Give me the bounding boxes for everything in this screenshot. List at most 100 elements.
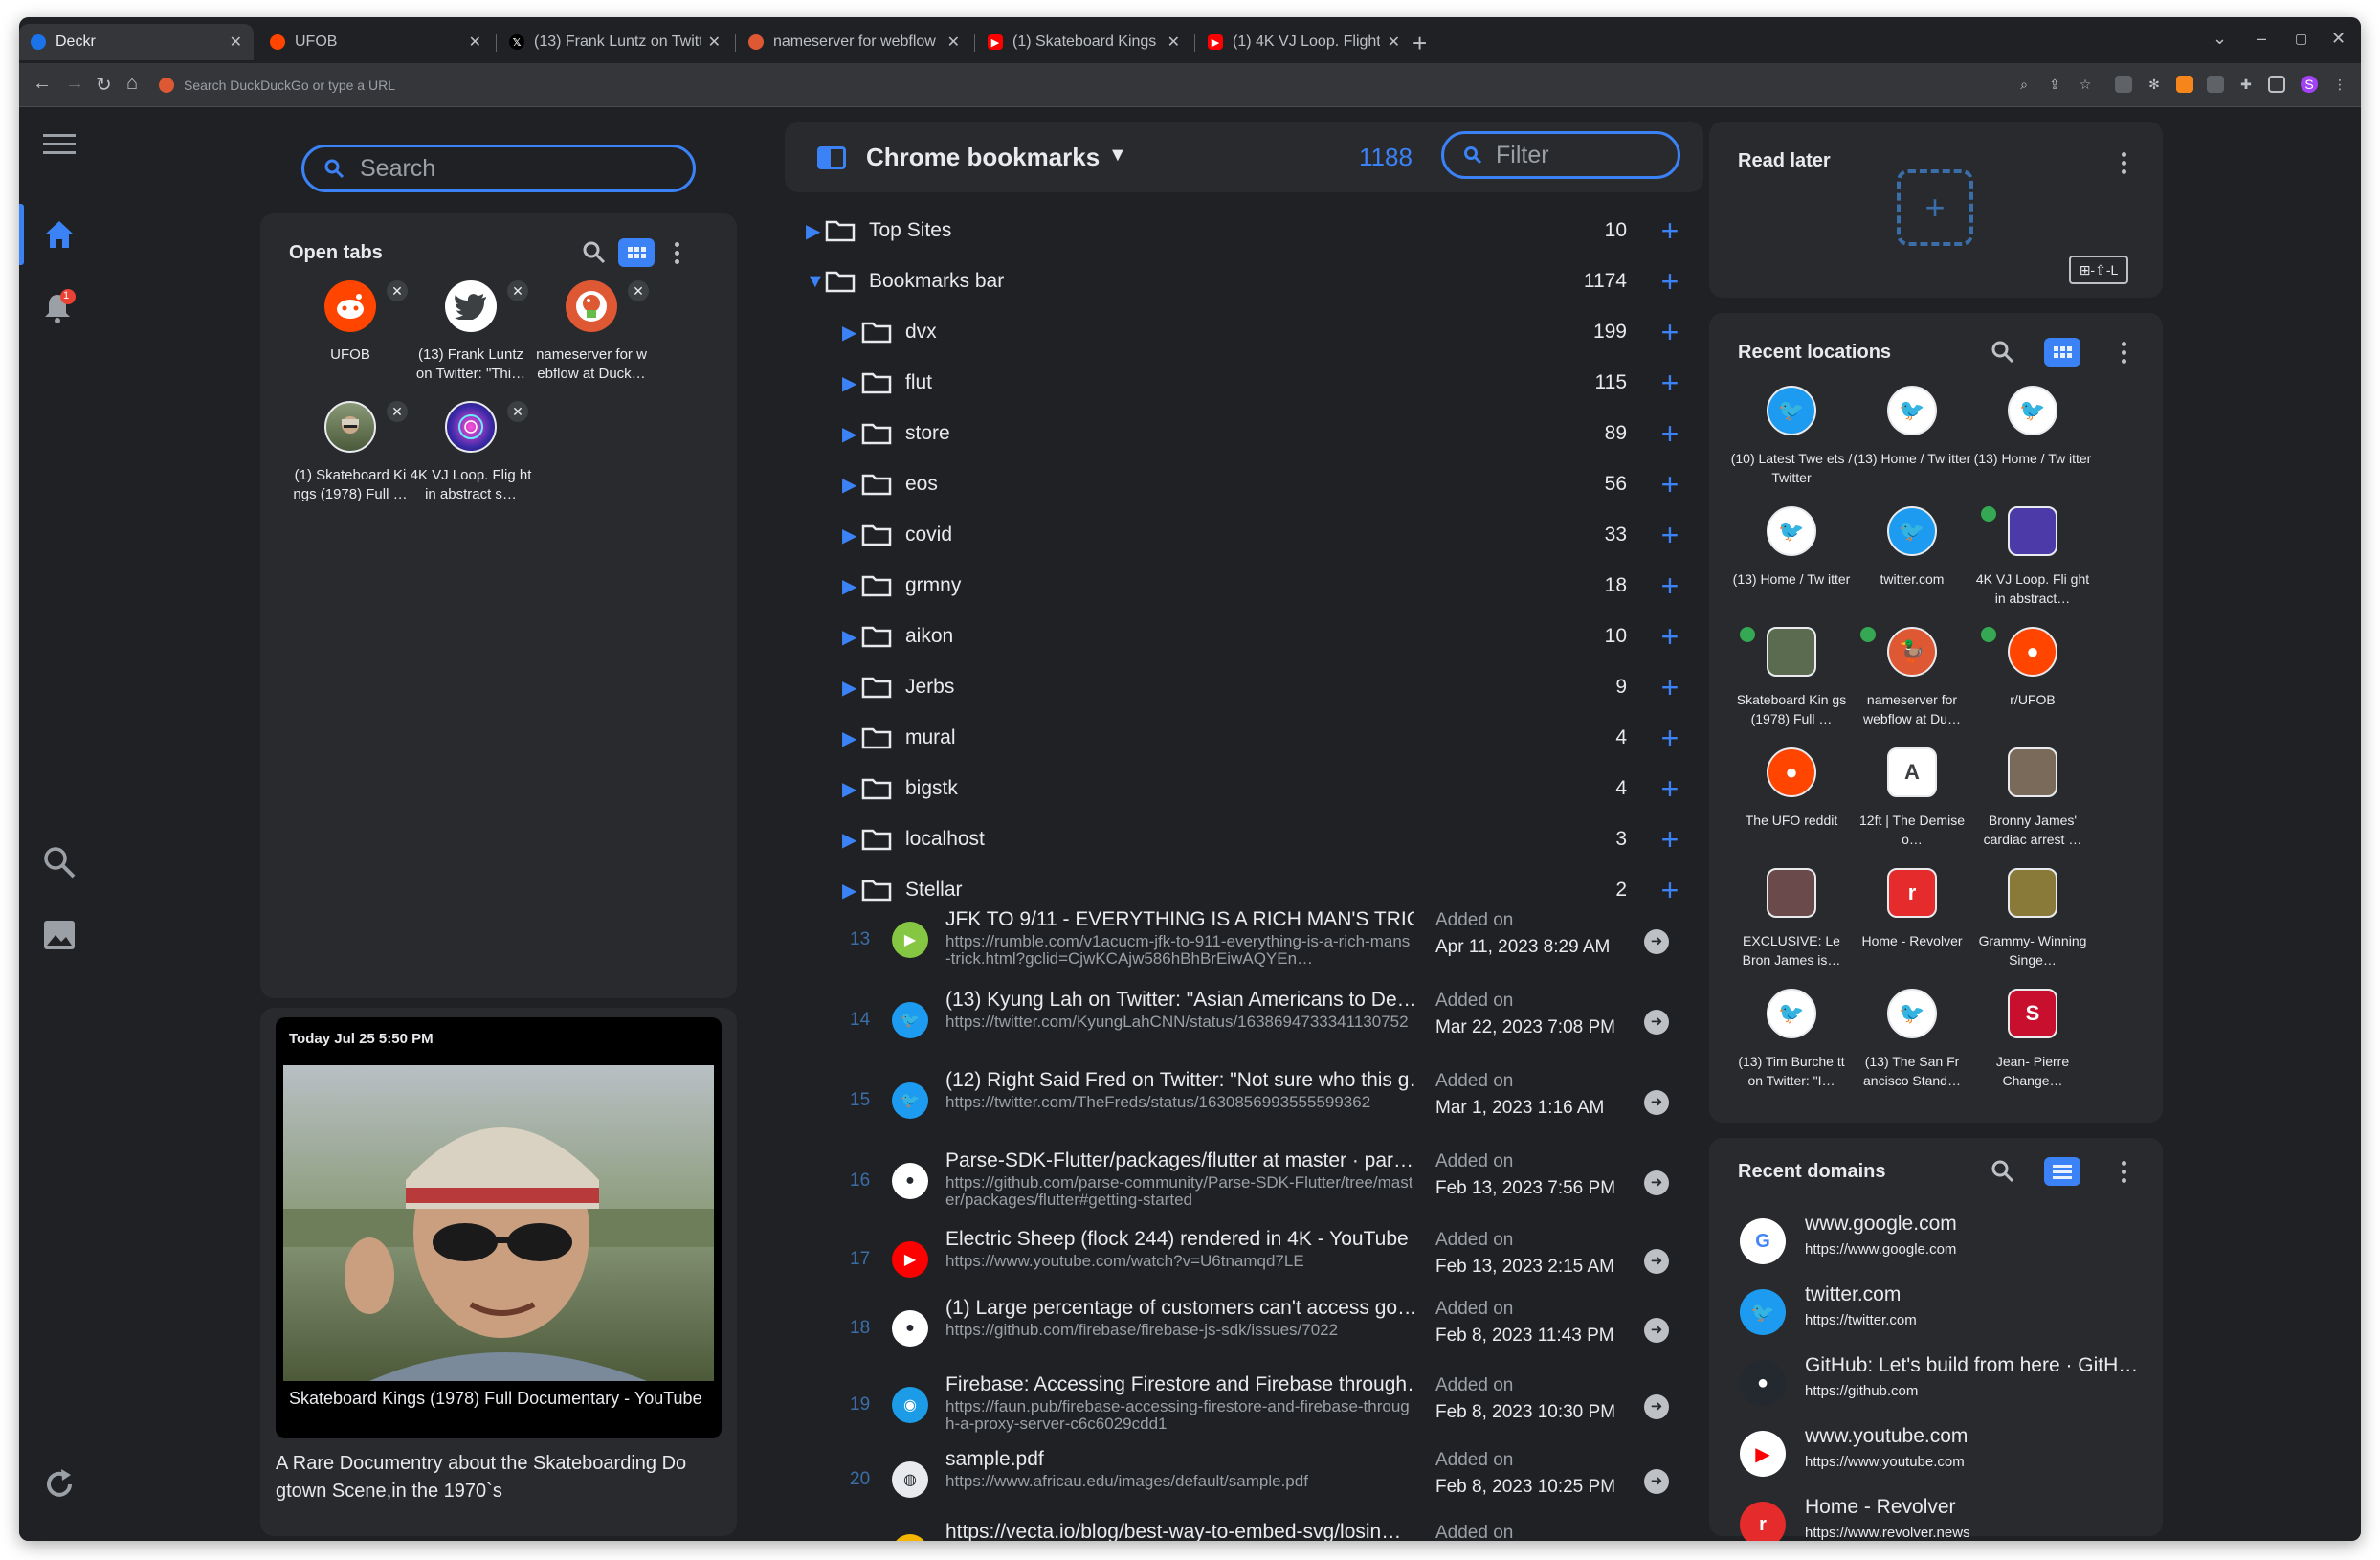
close-icon[interactable]: ✕ bbox=[1168, 33, 1180, 52]
recent-domain-row[interactable]: ● GitHub: Let's build from here · GitH… ht… bbox=[1732, 1352, 2153, 1419]
bookmark-folder-row[interactable]: ▶ bigstk 4 + bbox=[785, 764, 1684, 813]
back-button[interactable]: ← bbox=[33, 73, 52, 95]
chevron-right-icon[interactable]: ▶ bbox=[842, 625, 861, 649]
share-icon[interactable]: ⇪ bbox=[2046, 76, 2063, 93]
extension-gear-icon[interactable]: ✻ bbox=[2146, 76, 2163, 93]
search-input[interactable]: Search bbox=[301, 145, 696, 192]
recent-location-tile[interactable]: 🐦 (13) Home / Tw itter bbox=[1971, 386, 2094, 487]
notifications-bell-icon[interactable]: 1 bbox=[38, 286, 80, 328]
bookmark-title[interactable]: Firebase: Accessing Firestore and Fireba… bbox=[945, 1373, 1414, 1396]
open-tab-tile[interactable]: ✕ (1) Skateboard Ki ngs (1978) Full … bbox=[289, 401, 411, 504]
bookmarks-source-select[interactable]: Chrome bookmarks bbox=[866, 143, 1100, 172]
more-options-icon[interactable] bbox=[2121, 152, 2126, 178]
recent-location-tile[interactable]: 🐦 (13) Tim Burche tt on Twitter: "I… bbox=[1730, 989, 1853, 1090]
recent-domain-row[interactable]: Gwww.google.com https://www.google.com bbox=[1732, 1211, 2153, 1278]
bookmark-folder-row[interactable]: ▼ Bookmarks bar 1174 + bbox=[785, 256, 1684, 306]
reload-button[interactable]: ↻ bbox=[96, 73, 112, 97]
chevron-down-icon[interactable]: ▼ bbox=[806, 271, 825, 293]
chevron-right-icon[interactable]: ▶ bbox=[842, 726, 861, 750]
close-icon[interactable]: ✕ bbox=[387, 280, 408, 301]
bookmark-folder-row[interactable]: ▶ covid 33 + bbox=[785, 510, 1684, 560]
browser-tab[interactable]: 𝕏 (13) Frank Luntz on Twitte ✕ bbox=[498, 24, 732, 60]
arrow-right-icon[interactable]: ➜ bbox=[1644, 1394, 1669, 1419]
search-icon[interactable] bbox=[38, 841, 80, 883]
add-bookmark-button[interactable]: + bbox=[1656, 520, 1684, 550]
tab-search-icon[interactable]: ⌄ bbox=[2213, 29, 2227, 49]
list-view-button[interactable] bbox=[2044, 1157, 2080, 1186]
recent-location-tile[interactable]: 🐦 (13) Home / Tw itter bbox=[1851, 386, 1973, 487]
chevron-right-icon[interactable]: ▶ bbox=[842, 777, 861, 801]
forward-button[interactable]: → bbox=[65, 73, 84, 95]
chevron-right-icon[interactable]: ▶ bbox=[842, 473, 861, 497]
home-icon[interactable] bbox=[38, 213, 80, 256]
bookmark-title[interactable]: Electric Sheep (flock 244) rendered in 4… bbox=[945, 1228, 1414, 1251]
search-icon[interactable] bbox=[582, 240, 607, 270]
add-bookmark-button[interactable]: + bbox=[1656, 215, 1684, 246]
bookmark-row[interactable]: 15 🐦 (12) Right Said Fred on Twitter: "Not… bbox=[823, 1063, 1684, 1144]
add-bookmark-button[interactable]: + bbox=[1656, 621, 1684, 652]
bookmark-folder-row[interactable]: ▶ flut 115 + bbox=[785, 358, 1684, 408]
close-icon[interactable]: ✕ bbox=[947, 33, 960, 52]
chevron-right-icon[interactable]: ▶ bbox=[842, 879, 861, 903]
zoom-icon[interactable]: ⌕ bbox=[2015, 76, 2033, 93]
chevron-right-icon[interactable]: ▶ bbox=[842, 828, 861, 852]
recent-location-tile[interactable]: ● r/UFOB bbox=[1971, 627, 2094, 728]
address-bar[interactable]: Search DuckDuckGo or type a URL bbox=[159, 71, 1977, 100]
recent-location-tile[interactable]: 🐦 (10) Latest Twe ets / Twitter bbox=[1730, 386, 1853, 487]
recent-location-tile[interactable]: 🐦 (13) The San Fr ancisco Stand… bbox=[1851, 989, 1973, 1090]
add-bookmark-button[interactable]: + bbox=[1656, 875, 1684, 905]
add-bookmark-button[interactable]: + bbox=[1656, 570, 1684, 601]
bookmark-folder-row[interactable]: ▶ Top Sites 10 + bbox=[785, 206, 1684, 256]
arrow-right-icon[interactable]: ➜ bbox=[1644, 1318, 1669, 1343]
open-tab-tile[interactable]: ✕ (13) Frank Luntz on Twitter: "Thi… bbox=[410, 280, 532, 384]
bookmark-title[interactable]: https://vecta.io/blog/best-way-to-embed-… bbox=[945, 1521, 1414, 1541]
bookmark-row[interactable]: 21▦https://vecta.io/blog/best-way-to-emb… bbox=[823, 1515, 1684, 1541]
metamask-icon[interactable] bbox=[2176, 76, 2193, 93]
refresh-icon[interactable] bbox=[38, 1463, 80, 1505]
close-icon[interactable]: ✕ bbox=[507, 401, 528, 422]
close-window-button[interactable]: ✕ bbox=[2331, 29, 2346, 49]
bookmark-title[interactable]: (1) Large percentage of customers can't … bbox=[945, 1297, 1414, 1320]
recent-location-tile[interactable]: Bronny James' cardiac arrest … bbox=[1971, 747, 2094, 849]
arrow-right-icon[interactable]: ➜ bbox=[1644, 1469, 1669, 1494]
more-options-icon[interactable] bbox=[2121, 1161, 2126, 1187]
recent-domain-row[interactable]: ▶ www.youtube.com https://www.youtube.com bbox=[1732, 1423, 2153, 1490]
close-icon[interactable]: ✕ bbox=[708, 33, 721, 52]
add-bookmark-button[interactable]: + bbox=[1656, 723, 1684, 753]
browser-tab[interactable]: Deckr ✕ bbox=[19, 24, 254, 60]
bookmark-star-icon[interactable]: ☆ bbox=[2077, 76, 2094, 93]
arrow-right-icon[interactable]: ➜ bbox=[1644, 929, 1669, 954]
recent-location-tile[interactable]: 🦆 nameserver for webflow at Du… bbox=[1851, 627, 1973, 728]
profile-avatar[interactable]: S bbox=[2301, 76, 2318, 93]
recent-location-tile[interactable]: r Home - Revolver bbox=[1851, 868, 1973, 969]
menu-icon[interactable]: ⋮ bbox=[2331, 76, 2348, 93]
minimize-button[interactable]: – bbox=[2257, 29, 2266, 49]
close-icon[interactable]: ✕ bbox=[230, 33, 242, 52]
add-bookmark-button[interactable]: + bbox=[1656, 418, 1684, 449]
bookmark-folder-row[interactable]: ▶ store 89 + bbox=[785, 409, 1684, 458]
bookmark-folder-row[interactable]: ▶ Jerbs 9 + bbox=[785, 662, 1684, 712]
home-button[interactable]: ⌂ bbox=[126, 73, 138, 95]
bookmark-folder-row[interactable]: ▶ localhost 3 + bbox=[785, 814, 1684, 864]
extensions-puzzle-icon[interactable]: ✚ bbox=[2237, 76, 2255, 93]
browser-tab[interactable]: ▶ (1) 4K VJ Loop. Flight in ab ✕ bbox=[1196, 24, 1412, 60]
maximize-button[interactable]: ▢ bbox=[2295, 31, 2307, 47]
add-bookmark-button[interactable]: + bbox=[1656, 266, 1684, 297]
chevron-right-icon[interactable]: ▶ bbox=[842, 321, 861, 345]
bookmark-row[interactable]: 20 ◍ sample.pdf https://www.africau.edu/ima… bbox=[823, 1442, 1684, 1523]
chevron-right-icon[interactable]: ▶ bbox=[842, 371, 861, 395]
browser-tab[interactable]: UFOB ✕ bbox=[258, 24, 493, 60]
add-bookmark-button[interactable]: + bbox=[1656, 773, 1684, 804]
arrow-right-icon[interactable]: ➜ bbox=[1644, 1249, 1669, 1274]
bookmark-title[interactable]: Parse-SDK-Flutter/packages/flutter at ma… bbox=[945, 1149, 1414, 1172]
add-bookmark-button[interactable]: + bbox=[1656, 368, 1684, 398]
recent-domain-row[interactable]: 🐦 twitter.com https://twitter.com bbox=[1732, 1281, 2153, 1348]
add-bookmark-button[interactable]: + bbox=[1656, 469, 1684, 500]
close-icon[interactable]: ✕ bbox=[469, 33, 481, 52]
bookmark-row[interactable]: 16 ● Parse-SDK-Flutter/packages/flutter at… bbox=[823, 1144, 1684, 1224]
open-tab-tile[interactable]: ✕ nameserver for w ebflow at Duck… bbox=[530, 280, 653, 384]
close-icon[interactable]: ✕ bbox=[1388, 33, 1400, 52]
bookmark-folder-row[interactable]: ▶ aikon 10 + bbox=[785, 612, 1684, 661]
chevron-right-icon[interactable]: ▶ bbox=[842, 524, 861, 547]
side-panel-toggle-icon[interactable] bbox=[817, 146, 846, 169]
